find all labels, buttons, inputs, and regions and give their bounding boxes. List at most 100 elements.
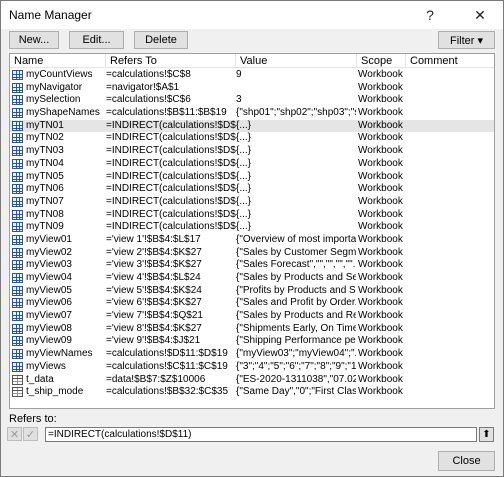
named-range-icon: [12, 336, 23, 347]
value-cell: {"Shipments Early, On Time...: [236, 322, 356, 334]
table-row[interactable]: mySelection =calculations!$C$6 3 Workbook: [10, 94, 494, 107]
table-icon: [12, 374, 23, 385]
column-header-scope[interactable]: Scope: [357, 54, 405, 68]
edit-button[interactable]: Edit...: [69, 31, 124, 49]
value-cell: {...}: [236, 183, 252, 195]
comment-cell: [406, 107, 486, 120]
column-header-name[interactable]: Name: [10, 54, 105, 68]
refers-to-cell: =navigator!$A$1: [106, 81, 180, 93]
value-cell: {"3";"4";"5";"6";"7";"8";"9";"1";...: [236, 360, 356, 372]
named-range-icon-glyph: [12, 171, 23, 182]
value-cell: {...}: [236, 119, 252, 131]
refers-to-cell: =calculations!$C$6: [106, 94, 191, 106]
name-cell: myTN01: [26, 119, 64, 131]
table-row[interactable]: myTN07 =INDIRECT(calculations!$D$17) {...}…: [10, 196, 494, 209]
name-cell: myView02: [26, 246, 72, 258]
scope-cell: Workbook: [358, 297, 403, 309]
named-range-icon: [12, 285, 23, 296]
filter-button[interactable]: Filter ▾: [438, 31, 495, 49]
named-range-icon-glyph: [12, 273, 23, 283]
confirm-edit-icon[interactable]: ✓: [23, 427, 38, 441]
comment-cell: [406, 285, 486, 298]
named-range-icon: [12, 209, 23, 220]
refers-to-cell: ='view 6'!$B$4:$K$27: [106, 297, 202, 309]
value-cell: {"shp01";"shp02";"shp03";"s...: [236, 107, 356, 119]
list-rows: myCountViews =calculations!$C$8 9 Workbook m…: [10, 69, 494, 399]
collapse-dialog-icon[interactable]: ⬆: [479, 427, 494, 442]
refers-to-input[interactable]: [45, 427, 477, 442]
comment-cell: [406, 310, 486, 323]
delete-button[interactable]: Delete: [134, 31, 188, 49]
comment-cell: [406, 323, 486, 336]
comment-cell: [406, 132, 486, 145]
comment-cell: [406, 386, 486, 399]
new-button[interactable]: New...: [9, 31, 59, 49]
table-row[interactable]: myTN06 =INDIRECT(calculations!$D$16) {...}…: [10, 183, 494, 196]
table-row[interactable]: myTN08 =INDIRECT(calculations!$D$18) {...}…: [10, 209, 494, 222]
table-row[interactable]: myViewNames =calculations!$D$11:$D$19 {"my…: [10, 348, 494, 361]
table-row[interactable]: myView02 ='view 2'!$B$4:$K$27 {"Sales by C…: [10, 247, 494, 260]
named-range-icon: [12, 349, 23, 360]
help-icon[interactable]: ?: [415, 3, 445, 27]
table-row[interactable]: myTN09 =INDIRECT(calculations!$D$19) {...}…: [10, 221, 494, 234]
column-header-value[interactable]: Value: [236, 54, 356, 68]
named-range-icon-glyph: [12, 311, 23, 322]
table-row[interactable]: myView04 ='view 4'!$B$4:$L$24 {"Sales by P…: [10, 272, 494, 285]
table-row[interactable]: myShapeNames =calculations!$B$11:$B$19 {"s…: [10, 107, 494, 120]
scope-cell: Workbook: [358, 208, 403, 220]
table-row[interactable]: myTN03 =INDIRECT(calculations!$D$13) {...}…: [10, 145, 494, 158]
value-cell: {"Sales by Customer Segme...: [236, 246, 356, 258]
table-row[interactable]: myNavigator =navigator!$A$1 Workbook: [10, 82, 494, 95]
name-cell: myTN04: [26, 157, 64, 169]
named-range-icon-glyph: [12, 95, 23, 106]
table-row[interactable]: myView08 ='view 8'!$B$4:$K$27 {"Shipments …: [10, 323, 494, 336]
comment-cell: [406, 196, 486, 209]
named-range-icon: [12, 184, 23, 195]
named-range-icon: [12, 323, 23, 334]
refers-to-cell: =INDIRECT(calculations!$D$16): [106, 183, 236, 195]
table-row[interactable]: myTN04 =INDIRECT(calculations!$D$14) {...}…: [10, 158, 494, 171]
named-range-icon: [12, 70, 23, 80]
refers-to-cell: =calculations!$C$8: [106, 69, 191, 80]
value-cell: {...}: [236, 195, 252, 207]
table-row[interactable]: myTN02 =INDIRECT(calculations!$D$12) {...}…: [10, 132, 494, 145]
name-cell: myView09: [26, 335, 72, 347]
refers-to-cell: ='view 3'!$B$4:$K$27: [106, 259, 202, 271]
value-cell: {"Sales and Profit by Order...: [236, 297, 356, 309]
table-row[interactable]: myView05 ='view 5'!$B$4:$K$24 {"Profits by…: [10, 285, 494, 298]
named-range-icon: [12, 298, 23, 309]
table-row[interactable]: myCountViews =calculations!$C$8 9 Workbook: [10, 69, 494, 82]
table-row[interactable]: myView06 ='view 6'!$B$4:$K$27 {"Sales and …: [10, 297, 494, 310]
named-range-icon: [12, 361, 23, 372]
close-button[interactable]: Close: [438, 451, 495, 471]
close-icon[interactable]: ✕: [465, 3, 495, 27]
value-cell: {"Overview of most importa...: [236, 233, 356, 245]
named-range-icon: [12, 171, 23, 182]
comment-cell: [406, 221, 486, 234]
refers-to-cell: ='view 2'!$B$4:$K$27: [106, 246, 202, 258]
column-header-refers-to[interactable]: Refers To: [106, 54, 236, 68]
table-row[interactable]: myViews =calculations!$C$11:$C$19 {"3";"4"…: [10, 361, 494, 374]
comment-cell: [406, 94, 486, 107]
named-range-icon-glyph: [12, 349, 23, 360]
table-row[interactable]: myView01 ='view 1'!$B$4:$L$17 {"Overview o…: [10, 234, 494, 247]
table-row[interactable]: t_ship_mode =calculations!$B$32:$C$35 {"Sa…: [10, 386, 494, 399]
table-row[interactable]: myView09 ='view 9'!$B$4:$J$21 {"Shipping P…: [10, 335, 494, 348]
table-icon-glyph: [12, 374, 23, 385]
column-header-comment[interactable]: Comment: [406, 54, 486, 68]
cancel-edit-icon[interactable]: ✕: [7, 427, 22, 441]
names-list[interactable]: Name Refers To Value Scope Comment myCou…: [9, 53, 495, 409]
name-cell: myTN03: [26, 145, 64, 157]
scope-cell: Workbook: [358, 145, 403, 157]
scope-cell: Workbook: [358, 284, 403, 296]
scope-cell: Workbook: [358, 360, 403, 372]
table-row[interactable]: myTN01 =INDIRECT(calculations!$D$11) {...}…: [10, 119, 494, 133]
named-range-icon-glyph: [12, 336, 23, 347]
comment-cell: [406, 69, 486, 82]
table-row[interactable]: t_data =data!$B$7:$Z$10006 {"ES-2020-13110…: [10, 374, 494, 387]
named-range-icon-glyph: [12, 196, 23, 207]
value-cell: {"Sales Forecast","","","",""...: [236, 259, 356, 271]
table-row[interactable]: myView03 ='view 3'!$B$4:$K$27 {"Sales Fore…: [10, 259, 494, 272]
table-row[interactable]: myTN05 =INDIRECT(calculations!$D$15) {...}…: [10, 171, 494, 184]
table-row[interactable]: myView07 ='view 7'!$B$4:$Q$21 {"Sales by P…: [10, 310, 494, 323]
